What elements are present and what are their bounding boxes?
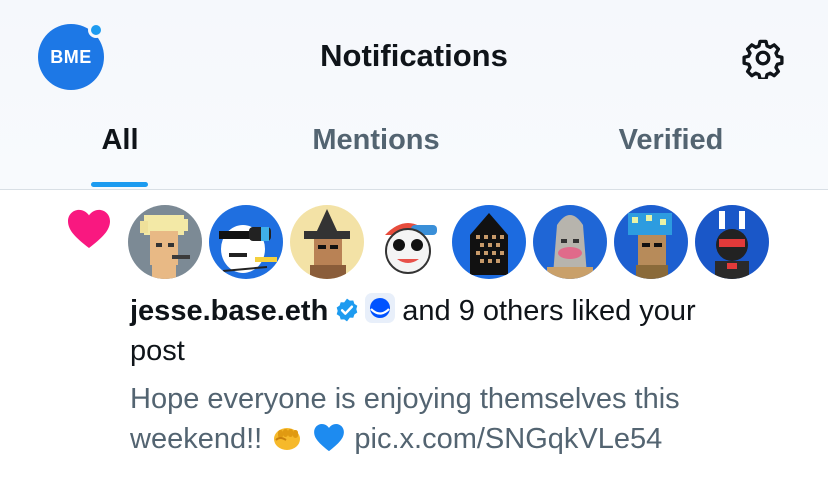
action-text-cont: post xyxy=(130,335,185,367)
liker-avatar[interactable] xyxy=(452,205,526,279)
notification-tabs: All Mentions Verified xyxy=(0,120,828,190)
notification-summary: jesse.base.eth and 9 others liked your xyxy=(130,292,696,328)
liker-avatar[interactable] xyxy=(533,205,607,279)
like-notification[interactable]: jesse.base.eth and 9 others liked your po… xyxy=(0,191,828,482)
tab-verified[interactable]: Verified xyxy=(571,124,771,157)
liker-avatar[interactable] xyxy=(371,205,445,279)
liker-avatar[interactable] xyxy=(614,205,688,279)
verified-badge-icon xyxy=(337,298,358,322)
top-bar: BME Notifications All Mentions Verified xyxy=(0,0,828,190)
tab-mentions[interactable]: Mentions xyxy=(276,124,476,157)
liker-avatar[interactable] xyxy=(209,205,283,279)
tab-all[interactable]: All xyxy=(60,124,180,157)
profile-emoji-icon xyxy=(365,293,396,323)
action-text: and 9 others liked your xyxy=(402,295,696,327)
active-tab-indicator xyxy=(91,182,148,187)
post-link[interactable]: pic.x.com/SNGqkVLe54 xyxy=(354,423,662,455)
liker-avatar[interactable] xyxy=(128,205,202,279)
heart-icon xyxy=(68,209,110,249)
actor-name[interactable]: jesse.base.eth xyxy=(130,295,328,327)
liker-avatar[interactable] xyxy=(695,205,769,279)
unread-dot xyxy=(88,22,104,38)
liker-avatar[interactable] xyxy=(290,205,364,279)
blue-heart-icon xyxy=(314,423,345,452)
gear-icon[interactable] xyxy=(742,37,784,79)
page-title: Notifications xyxy=(320,38,508,73)
post-preview[interactable]: Hope everyone is enjoying themselves thi… xyxy=(130,379,790,459)
fist-emoji-icon xyxy=(274,428,301,450)
